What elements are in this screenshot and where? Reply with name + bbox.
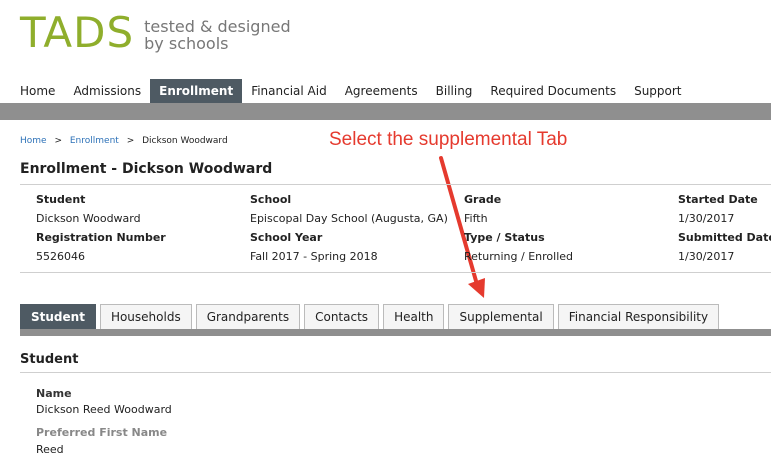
summary-divider (20, 272, 771, 273)
preferred-first-name-value: Reed (36, 443, 64, 456)
school-year-value: Fall 2017 - Spring 2018 (250, 250, 378, 263)
page-title: Enrollment - Dickson Woodward (20, 161, 273, 177)
grade-label: Grade (464, 193, 502, 206)
registration-number-label: Registration Number (36, 231, 166, 244)
student-label: Student (36, 193, 86, 206)
name-label: Name (36, 387, 72, 400)
tab-supplemental[interactable]: Supplemental (448, 304, 554, 329)
school-value: Episcopal Day School (Augusta, GA) (250, 212, 448, 225)
school-label: School (250, 193, 292, 206)
tab-grandparents[interactable]: Grandparents (195, 304, 301, 329)
student-value: Dickson Woodward (36, 212, 141, 225)
registration-number-value: 5526046 (36, 250, 85, 263)
tab-households[interactable]: Households (99, 304, 192, 329)
submitted-date-value: 1/30/2017 (678, 250, 735, 263)
name-value: Dickson Reed Woodward (36, 403, 172, 416)
tab-financial-responsibility[interactable]: Financial Responsibility (557, 304, 720, 329)
type-status-value: Returning / Enrolled (464, 250, 574, 263)
enrollment-tabs: Student Households Grandparents Contacts… (20, 304, 723, 329)
school-year-label: School Year (250, 231, 323, 244)
type-status-label: Type / Status (464, 231, 545, 244)
section-divider (20, 372, 771, 373)
started-date-value: 1/30/2017 (678, 212, 735, 225)
grade-value: Fifth (464, 212, 488, 225)
section-title: Student (20, 352, 79, 367)
tab-bar (20, 329, 771, 336)
tab-student[interactable]: Student (20, 304, 96, 329)
preferred-first-name-label: Preferred First Name (36, 426, 168, 439)
enrollment-summary: Student Dickson Woodward Registration Nu… (36, 193, 771, 265)
tab-contacts[interactable]: Contacts (304, 304, 380, 329)
title-divider (20, 184, 771, 185)
submitted-date-label: Submitted Date (678, 231, 771, 244)
tab-health[interactable]: Health (383, 304, 445, 329)
started-date-label: Started Date (678, 193, 758, 206)
